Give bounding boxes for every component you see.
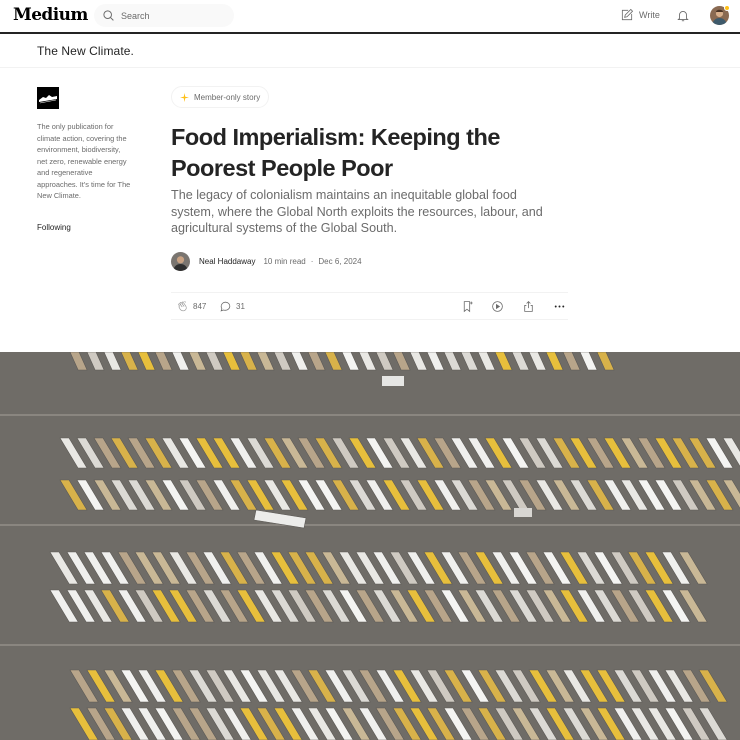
member-only-label: Member-only story <box>194 92 261 102</box>
article-actions-bar: 847 31 <box>171 292 568 320</box>
write-button[interactable]: Write <box>620 8 660 22</box>
bookmark-button[interactable] <box>461 300 474 313</box>
byline: Neal Haddaway 10 min read · Dec 6, 2024 <box>171 251 362 271</box>
notification-dot <box>724 5 730 11</box>
article-title: Food Imperialism: Keeping the Poorest Pe… <box>171 124 500 181</box>
clap-button[interactable]: 847 <box>176 300 206 313</box>
author-avatar[interactable] <box>171 251 190 271</box>
comment-icon <box>220 301 231 312</box>
play-icon <box>492 301 503 312</box>
write-label: Write <box>639 10 660 20</box>
clap-count: 847 <box>193 302 207 311</box>
search-input[interactable] <box>121 10 221 21</box>
bell-icon <box>677 10 689 22</box>
publication-description: The only publication for climate action,… <box>37 122 131 200</box>
more-options-button[interactable] <box>553 300 566 313</box>
comment-count: 31 <box>236 302 245 311</box>
listen-button[interactable] <box>491 300 504 313</box>
hero-image-illustration <box>0 352 740 740</box>
share-icon <box>524 301 533 312</box>
publication-bar: The New Climate. <box>0 32 740 68</box>
medium-logo[interactable]: Medium <box>13 5 88 25</box>
search-box[interactable] <box>94 4 234 27</box>
share-button[interactable] <box>522 300 535 313</box>
search-icon <box>103 10 114 21</box>
bookmark-icon <box>463 301 473 313</box>
publication-logo[interactable] <box>37 87 59 109</box>
publication-name[interactable]: The New Climate. <box>37 44 134 58</box>
member-only-badge: Member-only story <box>171 86 270 108</box>
hero-image <box>0 352 740 740</box>
read-time: 10 min read <box>263 256 306 266</box>
comments-button[interactable]: 31 <box>219 300 245 313</box>
author-name[interactable]: Neal Haddaway <box>199 257 255 266</box>
notifications-button[interactable] <box>676 8 690 28</box>
separator: · <box>310 256 314 266</box>
article-subtitle: The legacy of colonialism maintains an i… <box>171 188 543 235</box>
clap-icon <box>178 301 187 312</box>
sparkle-icon <box>180 92 189 102</box>
top-navigation: Medium Write <box>0 0 740 32</box>
write-icon <box>621 8 634 21</box>
more-icon <box>554 305 565 308</box>
follow-button[interactable]: Following <box>37 223 71 232</box>
publish-date: Dec 6, 2024 <box>318 256 362 266</box>
